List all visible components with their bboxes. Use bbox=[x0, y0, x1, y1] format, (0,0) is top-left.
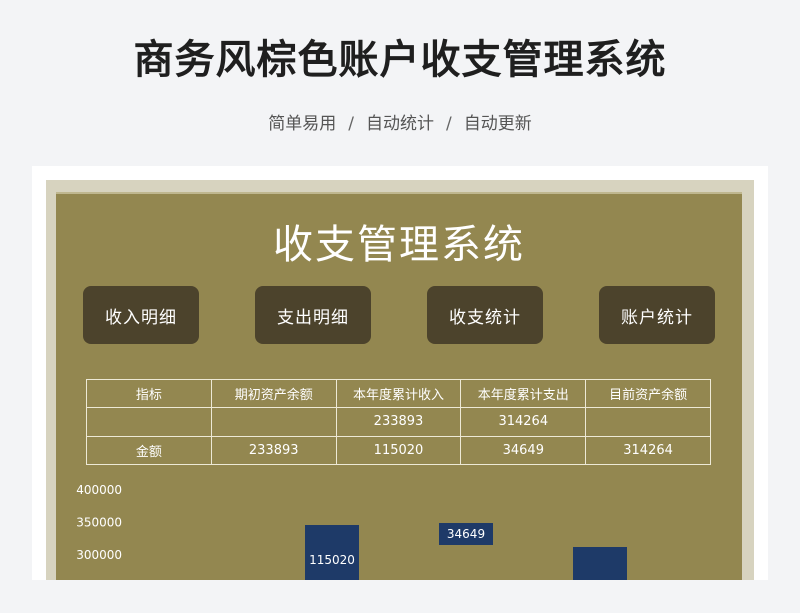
y-tick-label: 300000 bbox=[76, 548, 122, 562]
feature-auto-stat: 自动统计 bbox=[366, 114, 434, 134]
chart-bar bbox=[573, 547, 627, 580]
feature-separator: / bbox=[446, 114, 452, 134]
preview-card: 收支管理系统 收入明细 支出明细 收支统计 账户统计 指标 期初资产余额 本年度… bbox=[32, 166, 768, 580]
sheet-frame: 收支管理系统 收入明细 支出明细 收支统计 账户统计 指标 期初资产余额 本年度… bbox=[46, 180, 754, 580]
y-tick-label: 350000 bbox=[76, 516, 122, 530]
bar-data-label: 34649 bbox=[447, 527, 485, 541]
feature-separator: / bbox=[348, 114, 354, 134]
bar-data-label: 115020 bbox=[309, 553, 355, 567]
page-title: 商务风棕色账户收支管理系统 bbox=[133, 37, 667, 83]
feature-easy: 简单易用 bbox=[268, 114, 337, 134]
y-tick-label: 400000 bbox=[76, 483, 122, 497]
feature-subtitle: 简单易用 / 自动统计 / 自动更新 bbox=[0, 112, 800, 136]
feature-auto-update: 自动更新 bbox=[463, 114, 532, 134]
sheet-area: 收支管理系统 收入明细 支出明细 收支统计 账户统计 指标 期初资产余额 本年度… bbox=[56, 192, 742, 580]
bar-chart: 400000 350000 300000 115020 34649 bbox=[76, 483, 627, 580]
